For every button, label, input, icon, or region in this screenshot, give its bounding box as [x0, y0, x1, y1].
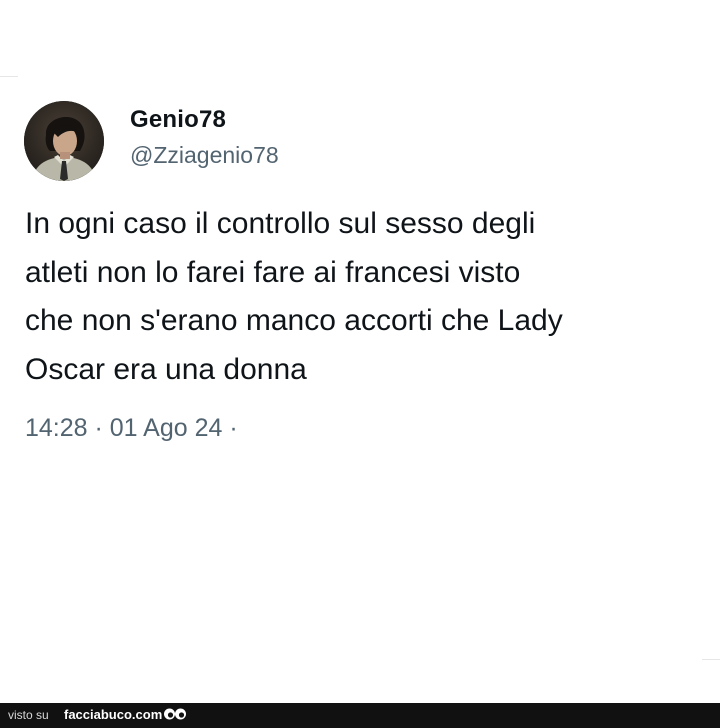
footer-brand[interactable]: facciabuco.com [64, 707, 162, 722]
footer-prefix: visto su [8, 708, 49, 722]
tweet-text: In ogni caso il controllo sul sesso degl… [25, 207, 563, 386]
avatar[interactable] [24, 101, 104, 181]
tweet-timestamp[interactable]: 14:28 · 01 Ago 24 · [25, 414, 238, 443]
divider [702, 659, 720, 660]
author-name[interactable]: Genio78 [130, 106, 226, 134]
watermark-footer: visto su facciabuco.com [0, 703, 720, 728]
divider [0, 76, 18, 77]
eyes-icon [164, 708, 186, 720]
screenshot-page: Genio78 @Zziagenio78 In ogni caso il con… [0, 0, 720, 728]
author-handle[interactable]: @Zziagenio78 [130, 142, 279, 169]
profile-photo [24, 101, 104, 181]
